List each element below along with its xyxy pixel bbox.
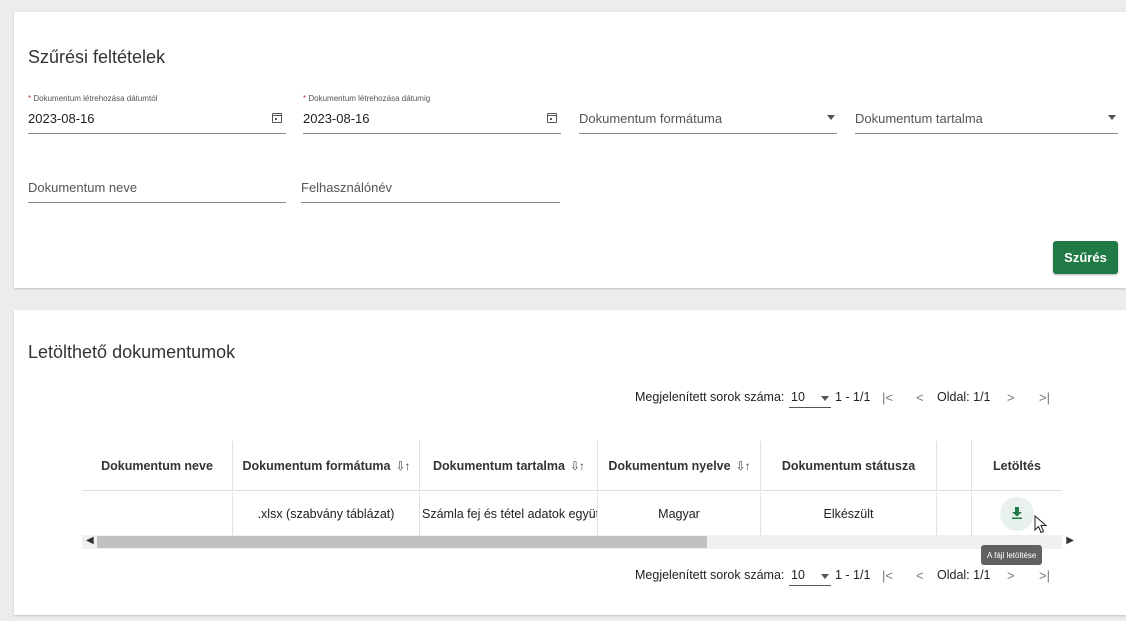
first-page-button[interactable]: |< [882,568,893,583]
col-document-name[interactable]: Dokumentum neve [82,441,233,490]
col-document-language[interactable]: Dokumentum nyelve ⇩↑ [598,441,761,490]
document-name-placeholder: Dokumentum neve [28,180,138,195]
table-header: Dokumentum neve Dokumentum formátuma ⇩↑ D… [82,441,1062,491]
page-range: 1 - 1/1 [835,568,871,582]
content-placeholder: Dokumentum tartalma [855,111,983,126]
filter-title: Szűrési feltételek [28,47,166,67]
chevron-down-icon [821,574,829,579]
last-page-button[interactable]: >| [1039,390,1050,405]
col-document-status[interactable]: Dokumentum státusza [761,441,937,490]
calendar-icon[interactable] [272,113,282,123]
scrollbar-thumb[interactable] [97,536,707,548]
horizontal-scrollbar[interactable]: ◀ ▶ [82,535,1074,549]
next-page-button[interactable]: > [1007,390,1015,405]
download-icon [1012,506,1022,519]
col-empty [937,441,972,490]
format-placeholder: Dokumentum formátuma [579,111,723,126]
rows-per-page-label: Megjelenített sorok száma: [635,390,785,404]
chevron-down-icon[interactable] [827,115,835,120]
download-tooltip: A fájl letöltése [981,545,1043,565]
page-indicator: Oldal: 1/1 [937,390,991,404]
pager-top: Megjelenített sorok száma: 10 1 - 1/1 |<… [635,388,1065,408]
date-from-field[interactable]: * Dokumentum létrehozása dátumtól 2023-0… [28,94,286,134]
rows-per-page-select[interactable]: 10 [789,388,831,408]
date-to-field[interactable]: * Dokumentum létrehozása dátumig 2023-08… [303,94,561,134]
cell-language: Magyar [598,492,761,535]
cell-content: Számla fej és tétel adatok együtt [420,492,598,535]
cell-name [82,492,233,535]
scroll-left-icon[interactable]: ◀ [86,535,94,546]
rows-per-page-label: Megjelenített sorok száma: [635,568,785,582]
prev-page-button[interactable]: < [916,390,924,405]
mouse-pointer-icon [1034,515,1048,534]
page-indicator: Oldal: 1/1 [937,568,991,582]
col-document-content[interactable]: Dokumentum tartalma ⇩↑ [420,441,598,490]
sort-icon[interactable]: ⇩↑ [395,459,410,473]
table-row: .xlsx (szabvány táblázat) Számla fej és … [82,492,1062,536]
filter-panel: Szűrési feltételek * Dokumentum létrehoz… [14,12,1126,288]
date-from-label: Dokumentum létrehozása dátumtól [33,94,158,103]
calendar-icon[interactable] [547,113,557,123]
cell-extra [937,492,972,535]
sort-icon[interactable]: ⇩↑ [736,459,751,473]
username-placeholder: Felhasználónév [301,180,393,195]
date-to-label: Dokumentum létrehozása dátumig [308,94,431,103]
download-button[interactable] [1000,496,1034,531]
pager-bottom: Megjelenített sorok száma: 10 1 - 1/1 |<… [635,566,1065,586]
page-range: 1 - 1/1 [835,390,871,404]
username-input[interactable]: Felhasználónév [301,163,560,203]
col-document-format[interactable]: Dokumentum formátuma ⇩↑ [233,441,420,490]
prev-page-button[interactable]: < [916,568,924,583]
content-select[interactable]: Dokumentum tartalma [855,94,1118,134]
chevron-down-icon [821,396,829,401]
last-page-button[interactable]: >| [1039,568,1050,583]
date-to-value[interactable]: 2023-08-16 [303,111,370,126]
chevron-down-icon[interactable] [1108,115,1116,120]
document-name-input[interactable]: Dokumentum neve [28,163,286,203]
rows-per-page-select[interactable]: 10 [789,566,831,586]
documents-title: Letölthető dokumentumok [28,342,236,362]
scroll-right-icon[interactable]: ▶ [1066,535,1074,546]
sort-icon[interactable]: ⇩↑ [570,459,585,473]
cell-format: .xlsx (szabvány táblázat) [233,492,420,535]
documents-panel: Letölthető dokumentumok Megjelenített so… [14,310,1126,615]
filter-button[interactable]: Szűrés [1053,241,1118,274]
date-from-value[interactable]: 2023-08-16 [28,111,95,126]
cell-status: Elkészült [761,492,937,535]
col-download: Letöltés [993,458,1041,473]
first-page-button[interactable]: |< [882,390,893,405]
format-select[interactable]: Dokumentum formátuma [579,94,837,134]
next-page-button[interactable]: > [1007,568,1015,583]
cell-download [972,492,1062,535]
